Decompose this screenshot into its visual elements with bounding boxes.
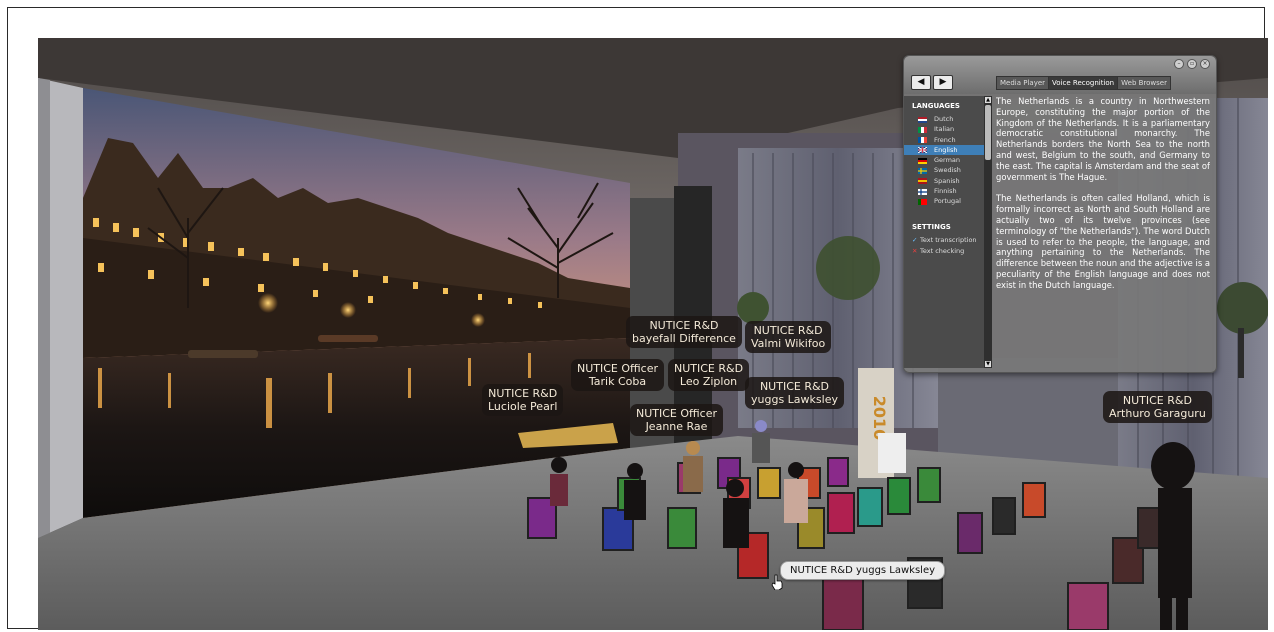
name-tag-group: NUTICE R&D <box>1122 394 1192 407</box>
language-item-french[interactable]: French <box>904 135 984 145</box>
name-tag-group: NUTICE R&D <box>753 324 823 337</box>
language-label: German <box>934 156 961 165</box>
recognized-text-area: The Netherlands is a country in Northwes… <box>996 96 1210 368</box>
nl-flag-icon <box>918 116 927 123</box>
avatar-hover-tooltip: NUTICE R&D yuggs Lawksley <box>780 561 946 580</box>
it-flag-icon <box>918 126 927 133</box>
setting-text-transcription[interactable]: ✓ Text transcription <box>904 235 984 246</box>
setting-label: Text transcription <box>920 235 977 244</box>
scroll-down-icon[interactable]: ▼ <box>985 361 991 367</box>
name-tag-avatar: Tarik Coba <box>588 375 647 388</box>
language-item-spanish[interactable]: Spanish <box>904 176 984 186</box>
es-flag-icon <box>918 178 927 185</box>
language-item-swedish[interactable]: Swedish <box>904 165 984 175</box>
name-tag-avatar: yuggs Lawksley <box>751 393 838 406</box>
scroll-thumb[interactable] <box>985 105 991 160</box>
hud-sidebar: LANGUAGES Dutch Italian French English Germa… <box>904 96 984 368</box>
language-item-finnish[interactable]: Finnish <box>904 186 984 196</box>
hud-tab-bar: Media Player Voice Recognition Web Brows… <box>996 76 1171 90</box>
checkmark-icon: ✓ <box>912 235 918 244</box>
language-label: Portugal <box>934 197 961 206</box>
language-label: Swedish <box>934 166 961 175</box>
fr-flag-icon <box>918 137 927 144</box>
forward-arrow-icon[interactable]: ▶ <box>933 75 953 90</box>
settings-heading: SETTINGS <box>912 222 951 231</box>
pt-flag-icon <box>918 198 927 205</box>
setting-text-checking[interactable]: ✕ Text checking <box>904 246 984 257</box>
de-flag-icon <box>918 157 927 164</box>
language-label: Spanish <box>934 176 960 185</box>
screenshot-frame: 2010 NUTICE R&D bayefall Difference NUTI… <box>7 7 1268 630</box>
tab-web-browser[interactable]: Web Browser <box>1118 77 1170 89</box>
name-tag-group: NUTICE Officer <box>636 407 718 420</box>
setting-label: Text checking <box>920 246 965 255</box>
name-tag-avatar: Leo Ziplon <box>679 375 738 388</box>
language-item-portugal[interactable]: Portugal <box>904 196 984 206</box>
name-tag[interactable]: NUTICE R&D yuggs Lawksley <box>745 377 844 409</box>
name-tag-avatar: bayefall Difference <box>632 332 736 345</box>
name-tag[interactable]: NUTICE R&D Leo Ziplon <box>668 359 750 391</box>
name-tag-avatar: Arthuro Garaguru <box>1109 407 1206 420</box>
scroll-up-icon[interactable]: ▲ <box>985 97 991 103</box>
language-item-english[interactable]: English <box>904 144 984 156</box>
hud-window-controls: – ▫ × <box>1174 59 1210 69</box>
hand-cursor-icon <box>771 574 783 590</box>
se-flag-icon <box>918 167 927 174</box>
name-tag-group: NUTICE R&D <box>488 387 558 400</box>
text-paragraph: The Netherlands is a country in Northwes… <box>996 96 1210 182</box>
name-tag-avatar: Valmi Wikifoo <box>751 337 826 350</box>
tab-media-player[interactable]: Media Player <box>997 77 1050 89</box>
name-tag[interactable]: NUTICE R&D Arthuro Garaguru <box>1103 391 1212 423</box>
language-label: English <box>934 145 958 154</box>
language-item-dutch[interactable]: Dutch <box>904 114 984 124</box>
name-tag-avatar: Jeanne Rae <box>645 420 708 433</box>
fi-flag-icon <box>918 188 927 195</box>
name-tag-group: NUTICE R&D <box>649 319 719 332</box>
name-tag-avatar: Luciole Pearl <box>488 400 558 413</box>
name-tag[interactable]: NUTICE R&D Valmi Wikifoo <box>745 321 832 353</box>
name-tag-group: NUTICE R&D <box>674 362 744 375</box>
x-mark-icon: ✕ <box>912 246 918 255</box>
restore-icon[interactable]: ▫ <box>1187 59 1197 69</box>
language-item-german[interactable]: German <box>904 155 984 165</box>
languages-heading: LANGUAGES <box>912 102 960 110</box>
language-label: French <box>934 135 956 144</box>
text-paragraph: The Netherlands is often called Holland,… <box>996 193 1210 290</box>
back-arrow-icon[interactable]: ◀ <box>911 75 931 90</box>
tab-voice-recognition[interactable]: Voice Recognition <box>1049 77 1119 89</box>
gb-flag-icon <box>918 147 927 154</box>
virtual-world-viewport[interactable]: 2010 NUTICE R&D bayefall Difference NUTI… <box>38 38 1268 630</box>
close-icon[interactable]: × <box>1200 59 1210 69</box>
language-list: Dutch Italian French English German Swedish Sp… <box>904 114 984 207</box>
name-tag[interactable]: NUTICE Officer Tarik Coba <box>571 359 665 391</box>
voice-recognition-hud[interactable]: – ▫ × ◀ ▶ Media Player Voice Recognition… <box>903 55 1217 373</box>
language-item-italian[interactable]: Italian <box>904 124 984 134</box>
hud-scrollbar[interactable]: ▲ ▼ <box>984 96 992 368</box>
name-tag[interactable]: NUTICE R&D bayefall Difference <box>626 316 742 348</box>
name-tag[interactable]: NUTICE Officer Jeanne Rae <box>630 404 724 436</box>
language-label: Finnish <box>934 187 957 196</box>
name-tag-group: NUTICE Officer <box>577 362 659 375</box>
name-tag[interactable]: NUTICE R&D Luciole Pearl <box>482 384 564 416</box>
minimize-icon[interactable]: – <box>1174 59 1184 69</box>
name-tag-group: NUTICE R&D <box>759 380 830 393</box>
